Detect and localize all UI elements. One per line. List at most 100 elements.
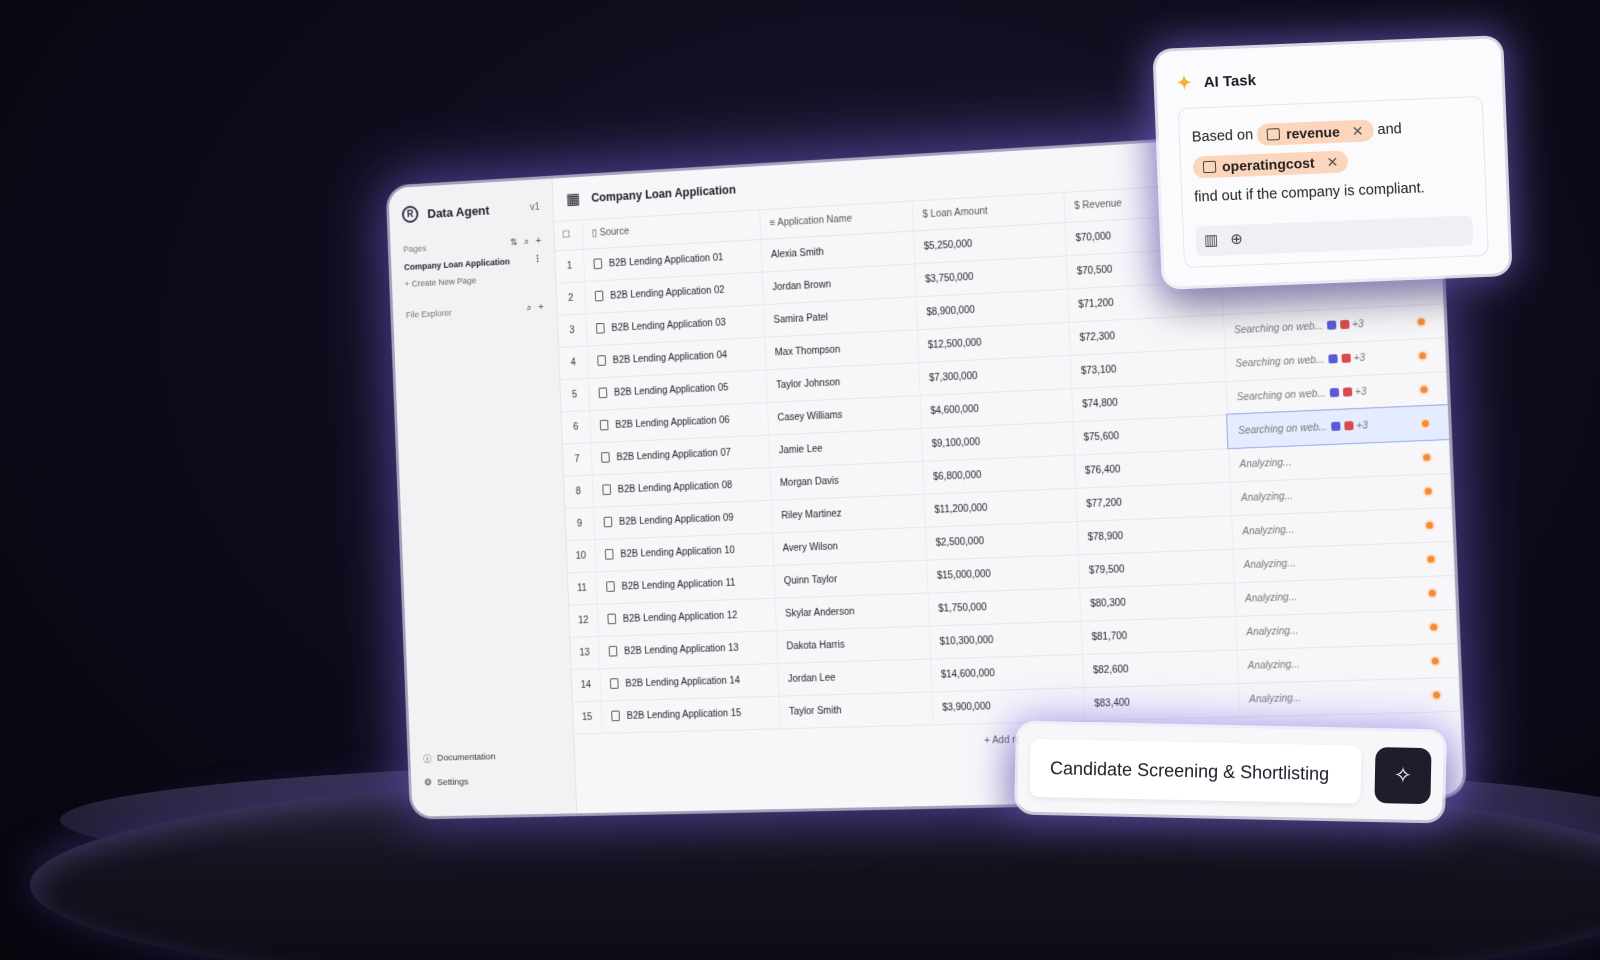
document-icon [609,678,619,689]
documentation-link[interactable]: ⓘ Documentation [423,750,496,765]
status-indicator [1431,656,1439,665]
documentation-label: Documentation [436,751,496,763]
more-icon[interactable]: ⋮ [533,254,542,265]
document-icon [598,387,607,399]
prompt-toolbar: ▥ ⊕ [1195,215,1474,257]
document-icon [600,452,610,463]
status-text: Analyzing... [1242,524,1295,538]
status-indicator [1427,555,1435,563]
status-text: Searching on web... [1233,320,1324,336]
source-text: B2B Lending Application 11 [621,577,736,593]
revenue-cell[interactable]: $80,300 [1079,582,1236,621]
sidebar: R Data Agent v1 Pages ⇅ ⌕ + Company Loan… [388,178,578,817]
file-explorer-label: File Explorer [405,307,452,320]
revenue-cell[interactable]: $79,500 [1077,548,1234,588]
revenue-cell[interactable]: $78,900 [1076,515,1233,555]
source-icon [1341,353,1351,363]
add-icon[interactable]: + [538,302,544,313]
status-text: Searching on web... [1235,354,1325,370]
row-number: 5 [560,377,590,412]
source-text: B2B Lending Application 02 [610,285,725,302]
source-icon [1342,386,1353,397]
add-icon[interactable]: + [535,236,541,247]
application-name-cell[interactable]: Quinn Taylor [773,559,928,598]
row-number: 11 [567,571,597,605]
document-icon [608,645,617,657]
action-label[interactable]: Candidate Screening & Shortlisting [1029,738,1362,804]
application-name-cell[interactable]: Jordan Lee [777,658,932,696]
magic-wand-button[interactable]: ✧ [1374,747,1432,805]
select-all-checkbox[interactable]: ☐ [554,220,583,251]
row-number: 2 [556,281,586,315]
status-indicator [1420,385,1428,393]
status-indicator [1428,589,1437,597]
globe-icon[interactable]: ⊕ [1230,225,1244,255]
revenue-cell[interactable]: $83,400 [1083,683,1240,721]
more-sources-count: +3 [1353,352,1366,364]
ai-task-header: ✦ AI Task [1176,61,1482,94]
source-header-label: Source [599,226,630,239]
loan-amount-cell[interactable]: $15,000,000 [926,554,1080,593]
source-text: B2B Lending Application 12 [622,610,738,625]
status-text: Analyzing... [1248,692,1302,705]
source-text: B2B Lending Application 05 [613,382,729,399]
settings-link[interactable]: ⚙ Settings [424,776,497,788]
document-icon [593,258,602,270]
application-name-cell[interactable]: Dakota Harris [775,625,931,664]
ai-task-prompt[interactable]: Based on revenue ✕ and operatingcost ✕ f… [1177,95,1489,269]
revenue-cell[interactable]: $82,600 [1081,649,1238,688]
magic-wand-icon: ✧ [1393,762,1413,788]
row-number: 8 [564,474,593,508]
source-cell[interactable]: B2B Lending Application 14 [599,663,779,701]
document-icon [601,484,611,496]
loan-amount-cell[interactable]: $3,900,000 [931,687,1085,725]
sort-icon[interactable]: ⇅ [510,237,518,248]
ai-status-cell[interactable]: Analyzing... [1237,676,1460,717]
loan-amount-cell[interactable]: $1,750,000 [927,587,1081,626]
search-icon[interactable]: ⌕ [524,237,530,248]
source-cell[interactable]: B2B Lending Application 15 [600,695,780,733]
create-page-label: Create New Page [411,275,477,289]
loan-amount-header-label: Loan Amount [930,206,988,221]
loan-amount-cell[interactable]: $2,500,000 [924,521,1078,560]
sidebar-item-company-loan-application[interactable]: Company Loan Application ⋮ [404,254,542,272]
document-icon [594,290,604,302]
application-name-cell[interactable]: Taylor Smith [778,691,933,729]
sidebar-footer: ⓘ Documentation ⚙ Settings [422,737,497,788]
document-icon [596,355,606,366]
source-cell[interactable]: B2B Lending Application 13 [598,630,778,669]
prompt-joiner: and [1377,121,1403,139]
prompt-suffix: find out if the company is compliant. [1193,180,1425,206]
brand: R Data Agent v1 [401,198,540,224]
revenue-header-label: Revenue [1082,198,1123,212]
column-icon [1202,160,1217,174]
more-sources-count: +3 [1354,386,1367,398]
status-indicator [1418,351,1427,359]
columns-icon[interactable]: ▥ [1203,226,1219,257]
column-chip-revenue[interactable]: revenue ✕ [1256,119,1374,147]
search-icon[interactable]: ⌕ [526,303,532,314]
status-text: Analyzing... [1244,591,1298,605]
plus-icon: + [404,279,410,289]
loan-amount-cell[interactable]: $10,300,000 [928,620,1082,659]
create-page-button[interactable]: + Create New Page [405,272,543,289]
logo-icon: R [401,205,419,224]
document-icon [599,419,609,431]
more-sources-count: +3 [1356,419,1369,432]
version-badge[interactable]: v1 [530,202,540,213]
document-icon [603,516,612,528]
application-name-cell[interactable]: Avery Wilson [772,526,927,566]
status-text: Searching on web... [1237,421,1328,437]
close-icon[interactable]: ✕ [1326,147,1339,177]
application-name-cell[interactable]: Skylar Anderson [774,592,929,631]
column-chip-operatingcost[interactable]: operatingcost ✕ [1192,150,1349,179]
loan-amount-cell[interactable]: $14,600,000 [930,654,1084,692]
page-title: Company Loan Application [590,182,737,205]
revenue-cell[interactable]: $81,700 [1080,615,1237,655]
status-indicator [1423,453,1431,461]
table-icon: ▦ [565,190,581,208]
status-text: Analyzing... [1247,659,1300,672]
close-icon[interactable]: ✕ [1351,116,1364,146]
source-text: B2B Lending Application 15 [626,708,742,722]
source-text: B2B Lending Application 03 [611,317,727,334]
